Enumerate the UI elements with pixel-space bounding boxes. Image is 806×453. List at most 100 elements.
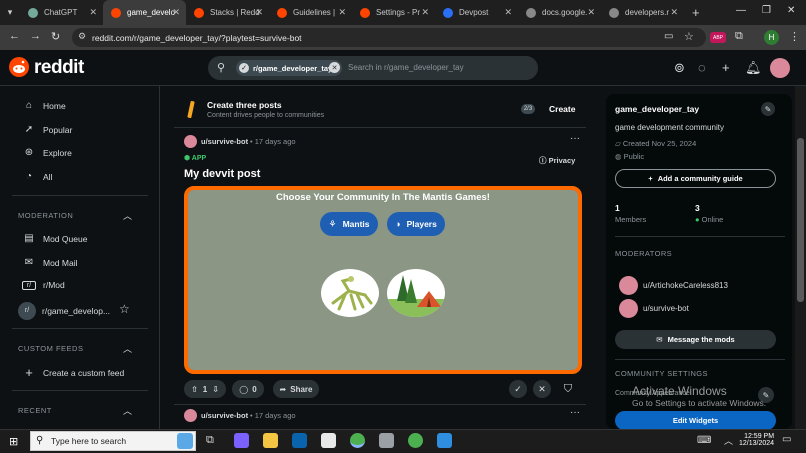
chrome-menu-icon[interactable]: ⋮ xyxy=(789,30,800,43)
browser-tab-active[interactable]: game_develo ✕ xyxy=(103,0,186,25)
message-mods-button[interactable]: ✉ Message the mods xyxy=(615,330,776,349)
mantis-button[interactable]: ⚘ Mantis xyxy=(320,212,378,236)
post-overflow-menu-icon[interactable]: ··· xyxy=(570,133,580,144)
browser-tab[interactable]: Guidelines | ✕ xyxy=(269,0,352,25)
edit-widgets-button[interactable]: Edit Widgets xyxy=(615,411,776,430)
favorite-star-icon[interactable]: ☆ xyxy=(119,302,130,316)
author-avatar[interactable] xyxy=(184,135,197,148)
approve-check-icon[interactable]: ✓ xyxy=(509,380,527,398)
sidebar-item-home[interactable]: ⌂ Home xyxy=(22,100,66,111)
sidebar-item-all[interactable]: ◔ All xyxy=(22,171,52,182)
site-info-icon[interactable]: ⚙ xyxy=(78,31,86,42)
create-custom-feed[interactable]: + Create a custom feed xyxy=(22,365,124,380)
close-tab-icon[interactable]: ✕ xyxy=(255,7,263,18)
sidebar-item-explore[interactable]: ⊛ Explore xyxy=(22,147,72,158)
clock[interactable]: 12:59 PM 12/13/2024 xyxy=(739,433,774,447)
sidebar-item-mod-queue[interactable]: ▤ Mod Queue xyxy=(22,233,87,244)
reddit-logo-icon[interactable] xyxy=(9,57,29,77)
comments-button[interactable]: ◯ 0 xyxy=(232,380,264,398)
add-community-guide-button[interactable]: + Add a community guide xyxy=(615,169,776,188)
post-author-link[interactable]: u/survive-bot xyxy=(201,411,248,420)
collapse-chevron-icon[interactable]: ︿ xyxy=(123,209,132,222)
browser-tab[interactable]: developers.r ✕ xyxy=(601,0,684,25)
forward-icon[interactable]: → xyxy=(30,30,41,42)
close-tab-icon[interactable]: ✕ xyxy=(504,7,512,18)
sidebar-item-mod-mail[interactable]: ✉ Mod Mail xyxy=(22,257,78,268)
post-author-link[interactable]: u/survive-bot xyxy=(201,137,248,146)
back-icon[interactable]: ← xyxy=(9,30,20,42)
vscode-icon[interactable] xyxy=(437,433,452,448)
task-view-icon[interactable]: ⧉ xyxy=(206,434,214,447)
moderator-link[interactable]: u/ArtichokeCareless813 xyxy=(643,281,728,290)
chat-icon[interactable]: ◌ xyxy=(698,60,706,75)
install-app-icon[interactable]: ▭ xyxy=(664,31,673,42)
privacy-link[interactable]: ⓘ Privacy xyxy=(539,155,575,166)
collapse-chevron-icon[interactable]: ︿ xyxy=(123,342,132,355)
search-input[interactable]: Search in r/game_developer_tay xyxy=(348,63,464,72)
reload-icon[interactable]: ↻ xyxy=(51,30,60,43)
browser-tab[interactable]: docs.google. ✕ xyxy=(518,0,601,25)
chrome-active-icon[interactable] xyxy=(350,433,365,448)
store-icon[interactable] xyxy=(321,433,336,448)
close-tab-icon[interactable]: ✕ xyxy=(172,7,180,18)
moderator-avatar[interactable] xyxy=(619,276,638,295)
recent-heading[interactable]: RECENT xyxy=(18,406,52,415)
profile-avatar[interactable]: H xyxy=(764,30,779,45)
reddit-wordmark[interactable]: reddit xyxy=(34,57,84,79)
tray-chevron-icon[interactable]: ︿ xyxy=(724,434,733,447)
search-community-chip[interactable]: ✓ r/game_developer_tay xyxy=(236,60,342,76)
notifications-bell-icon[interactable]: 🔔︎ xyxy=(745,60,762,76)
chrome-icon[interactable] xyxy=(408,433,423,448)
author-avatar[interactable] xyxy=(184,409,197,422)
close-tab-icon[interactable]: ✕ xyxy=(89,7,97,18)
url-field[interactable]: ⚙ reddit.com/r/game_developer_tay/?playt… xyxy=(72,28,706,47)
remove-x-icon[interactable]: ✕ xyxy=(533,380,551,398)
browser-tab[interactable]: Settings - Pr ✕ xyxy=(352,0,435,25)
close-tab-icon[interactable]: ✕ xyxy=(338,7,346,18)
close-tab-icon[interactable]: ✕ xyxy=(670,7,678,18)
edit-pencil-icon[interactable]: ✎ xyxy=(761,102,775,116)
browser-tab[interactable]: Devpost ✕ xyxy=(435,0,518,25)
windows-start-icon[interactable]: ⊞ xyxy=(9,435,18,448)
tab-search-icon[interactable]: ▾ xyxy=(0,0,20,25)
scrollbar-thumb[interactable] xyxy=(797,138,804,302)
bookmark-star-icon[interactable]: ☆ xyxy=(684,30,694,43)
moderator-link[interactable]: u/survive-bot xyxy=(643,304,689,313)
upvote-icon[interactable]: ⇧ xyxy=(191,385,198,394)
moderator-avatar[interactable] xyxy=(619,299,638,318)
moderation-heading[interactable]: MODERATION xyxy=(18,211,73,220)
close-window-icon[interactable]: ✕ xyxy=(787,5,795,16)
sidebar-item-game-developer[interactable]: r/r/game_develop... xyxy=(18,302,110,320)
collapse-chevron-icon[interactable]: ︿ xyxy=(123,404,132,417)
devvit-app-frame[interactable] xyxy=(184,186,582,374)
create-post-icon[interactable]: + xyxy=(722,60,730,75)
user-avatar[interactable] xyxy=(770,58,790,78)
custom-feeds-heading[interactable]: CUSTOM FEEDS xyxy=(18,344,83,353)
browser-tab[interactable]: ChatGPT ✕ xyxy=(20,0,103,25)
post-title[interactable]: My devvit post xyxy=(184,168,260,180)
new-tab-button[interactable]: + xyxy=(692,5,700,20)
close-tab-icon[interactable]: ✕ xyxy=(421,7,429,18)
mod-shield-icon[interactable]: ⛉ xyxy=(559,380,577,398)
adblock-extension-icon[interactable]: ABP xyxy=(710,32,726,43)
sidebar-item-r-mod[interactable]: r/r/Mod xyxy=(22,280,65,290)
settings-gear-icon[interactable] xyxy=(379,433,394,448)
file-explorer-icon[interactable] xyxy=(263,433,278,448)
close-tab-icon[interactable]: ✕ xyxy=(587,7,595,18)
downvote-icon[interactable]: ⇩ xyxy=(212,385,219,394)
browser-tab[interactable]: Stacks | Redd ✕ xyxy=(186,0,269,25)
copilot-icon[interactable] xyxy=(234,433,249,448)
players-button[interactable]: ◑ Players xyxy=(387,212,445,236)
keyboard-icon[interactable]: ⌨ xyxy=(697,435,711,446)
advertise-icon[interactable]: ⊚ xyxy=(674,60,685,76)
post-overflow-menu-icon[interactable]: ··· xyxy=(570,407,580,418)
minimize-icon[interactable]: — xyxy=(736,5,746,16)
notification-center-icon[interactable]: ▭ xyxy=(782,434,791,445)
sidebar-item-popular[interactable]: ➚ Popular xyxy=(22,124,73,135)
create-button[interactable]: Create xyxy=(549,104,575,114)
outlook-icon[interactable] xyxy=(292,433,307,448)
share-button[interactable]: ➦ Share xyxy=(273,380,319,398)
clear-chip-icon[interactable]: ✕ xyxy=(329,62,340,73)
vote-control[interactable]: ⇧ 1 ⇩ xyxy=(184,380,226,398)
extensions-puzzle-icon[interactable]: ⧉ xyxy=(735,30,743,43)
